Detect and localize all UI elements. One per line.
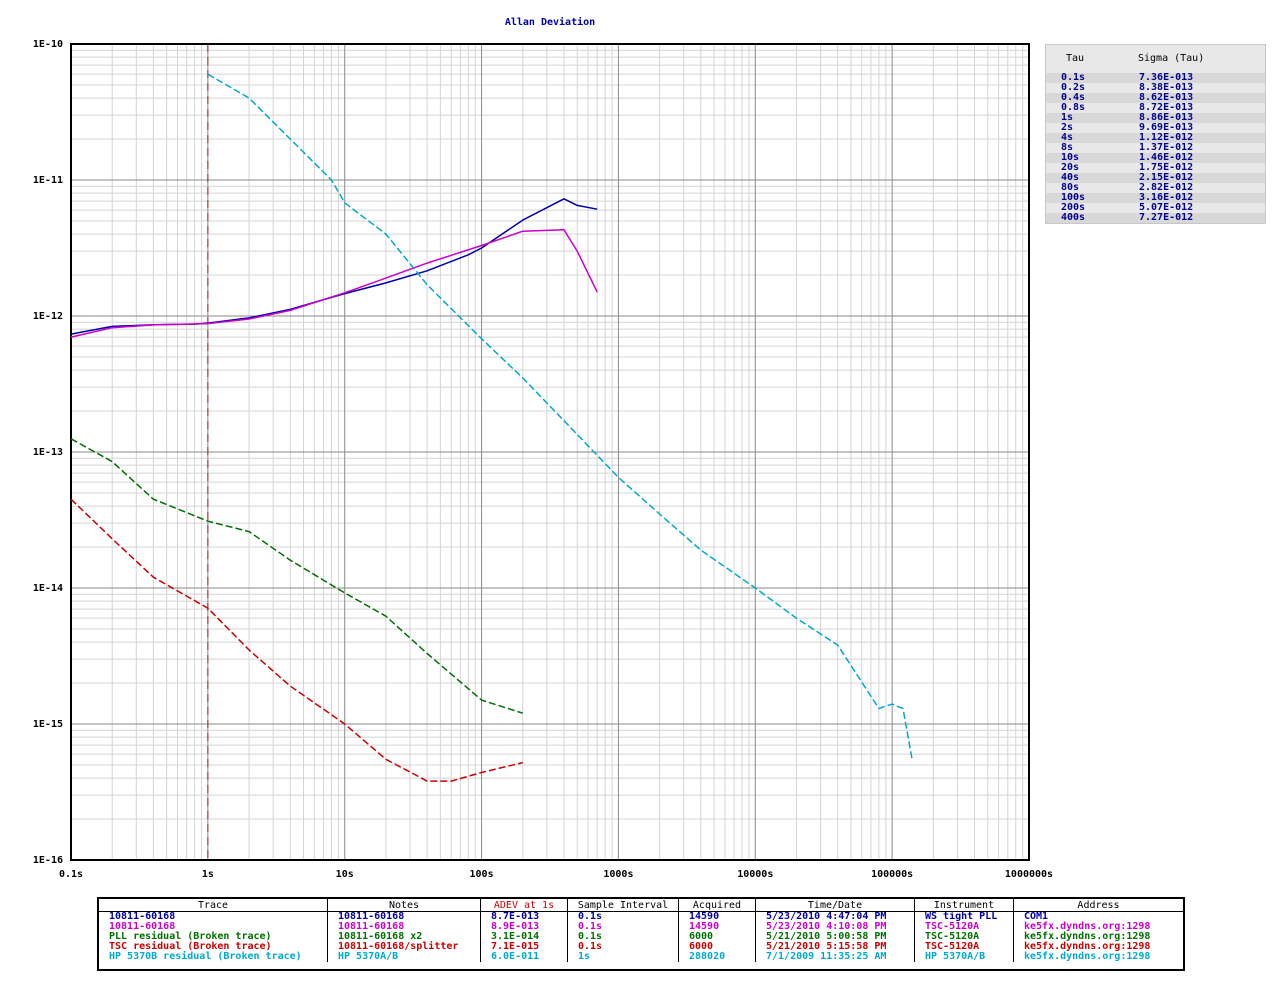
legend-cell: 288020 <box>678 952 756 962</box>
y-tick-label: 1E-13 <box>33 447 63 458</box>
x-tick-label: 10000s <box>737 869 773 880</box>
x-tick-label: 10s <box>336 869 354 880</box>
legend-row: 10811-60168 10811-60168 8.7E-013 0.1s 14590 5… <box>99 911 1183 922</box>
tau-value: 400s <box>1061 212 1086 223</box>
x-tick-label: 0.1s <box>59 869 83 880</box>
tau-sigma-table: Tau Sigma (Tau) 0.1s 7.36E-013 0.2s 8.38E-0… <box>1045 44 1266 224</box>
legend-cell: HP 5370A/B <box>914 952 1014 962</box>
legend-cell: ke5fx.dyndns.org:1298 <box>1024 951 1151 962</box>
legend-row: HP 5370B residual (Broken trace) HP 5370A… <box>99 952 1183 962</box>
y-tick-label: 1E-15 <box>33 719 63 730</box>
legend-header-cell: ADEV at 1s <box>480 899 568 912</box>
y-tick-label: 1E-12 <box>33 311 63 322</box>
trace-legend: Trace Notes ADEV at 1s Sample Interval Acqui… <box>97 897 1185 971</box>
legend-header-cell: Address <box>1013 899 1183 912</box>
legend-header-cell: Time/Date <box>755 899 915 912</box>
series-line-3 <box>70 438 524 714</box>
legend-cell: 6.0E-011 <box>480 952 568 962</box>
series-line-1 <box>70 198 598 335</box>
x-tick-label: 1000000s <box>1005 869 1053 880</box>
legend-header-cell: Trace <box>99 899 328 912</box>
legend-header-row: Trace Notes ADEV at 1s Sample Interval Acqui… <box>99 899 1183 912</box>
x-tick-label: 100000s <box>871 869 913 880</box>
y-tick-label: 1E-14 <box>33 583 63 594</box>
x-tick-label: 1000s <box>603 869 633 880</box>
legend-cell: HP 5370B residual (Broken trace) <box>99 952 328 962</box>
x-tick-label: 1s <box>202 869 214 880</box>
tau-table-header: Tau Sigma (Tau) <box>1046 45 1265 73</box>
tau-header: Tau <box>1066 53 1085 64</box>
legend-header-cell: Notes <box>327 899 481 912</box>
tau-table-row: 400s 7.27E-012 <box>1046 213 1265 223</box>
legend-body: 10811-60168 10811-60168 8.7E-013 0.1s 14590 5… <box>99 911 1183 962</box>
series-line-2 <box>70 229 598 338</box>
x-tick-label: 100s <box>470 869 494 880</box>
y-tick-label: 1E-11 <box>33 175 63 186</box>
series-line-4 <box>70 498 523 782</box>
legend-cell: HP 5370A/B <box>327 952 481 962</box>
y-tick-label: 1E-16 <box>33 855 63 866</box>
tau-table-rows: 0.1s 7.36E-013 0.2s 8.38E-013 0.4s 8.62E-013 0… <box>1046 73 1265 223</box>
y-tick-label: 1E-10 <box>33 39 63 50</box>
legend-cell: 1s <box>567 952 679 962</box>
legend-header-cell: Acquired <box>678 899 756 912</box>
sigma-header: Sigma (Tau) <box>1138 53 1205 64</box>
legend-cell: 7/1/2009 11:35:25 AM <box>755 952 915 962</box>
legend-header-cell: Sample Interval <box>567 899 679 912</box>
series-line-5 <box>207 73 913 760</box>
legend-header-cell: Instrument <box>914 899 1014 912</box>
sigma-value: 7.27E-012 <box>1139 212 1194 223</box>
